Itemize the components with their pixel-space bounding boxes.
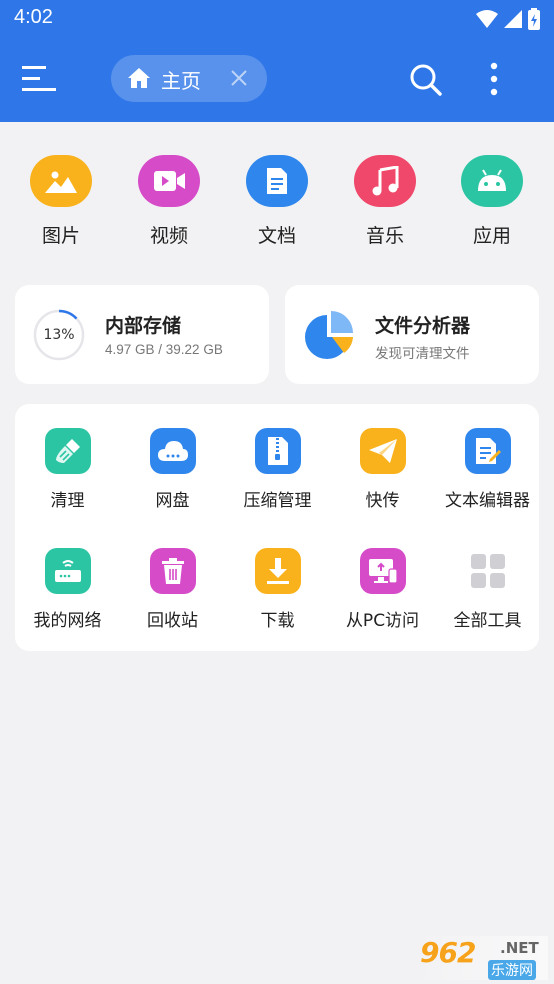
image-icon — [30, 155, 92, 207]
status-icons — [476, 8, 540, 30]
close-icon[interactable] — [229, 68, 249, 88]
category-documents[interactable]: 文档 — [232, 155, 322, 248]
router-icon — [44, 548, 91, 594]
tool-cloud[interactable]: 网盘 — [120, 428, 225, 511]
signal-icon — [504, 10, 522, 28]
tool-quick-transfer[interactable]: 快传 — [330, 428, 435, 511]
tool-label: 快传 — [365, 491, 400, 511]
pie-chart-icon — [305, 311, 353, 359]
tool-compression[interactable]: 压缩管理 — [225, 428, 330, 511]
tool-label: 从PC访问 — [345, 611, 420, 631]
storage-detail: 4.97 GB / 39.22 GB — [105, 342, 223, 357]
category-videos[interactable]: 视频 — [124, 155, 214, 248]
document-icon — [246, 155, 308, 207]
more-vertical-icon — [490, 62, 498, 96]
tool-pc-access[interactable]: 从PC访问 — [330, 548, 435, 631]
tool-recycle-bin[interactable]: 回收站 — [120, 548, 225, 631]
cloud-icon — [149, 428, 196, 474]
storage-title: 内部存储 — [105, 315, 182, 337]
watermark-net: .NET — [500, 939, 539, 957]
category-music[interactable]: 音乐 — [340, 155, 430, 248]
file-analyzer-card[interactable]: 文件分析器 发现可清理文件 — [285, 285, 539, 384]
tools-grid: 清理 网盘 压缩管理 快传 文本编辑器 我的网络 回收站 下载 从PC访问 全部… — [15, 404, 539, 651]
app-bar: 主页 — [0, 38, 554, 122]
android-icon — [461, 155, 523, 207]
category-row: 图片 视频 文档 音乐 应用 — [0, 155, 554, 255]
storage-percent: 13% — [43, 327, 75, 343]
analyzer-subtitle: 发现可清理文件 — [375, 346, 470, 361]
zip-icon — [254, 428, 301, 474]
watermark-number: 962 — [420, 936, 476, 969]
menu-button[interactable] — [22, 64, 62, 96]
home-icon — [128, 68, 150, 88]
category-label: 音乐 — [365, 225, 404, 247]
watermark-logo: 962 .NET 乐游网 — [414, 936, 548, 980]
tool-label: 清理 — [50, 491, 85, 511]
tool-label: 网盘 — [155, 491, 190, 511]
category-apps[interactable]: 应用 — [447, 155, 537, 248]
search-icon — [410, 64, 442, 96]
text-edit-icon — [464, 428, 511, 474]
tool-label: 全部工具 — [453, 611, 522, 631]
tool-all-tools[interactable]: 全部工具 — [435, 548, 540, 631]
music-icon — [354, 155, 416, 207]
internal-storage-card[interactable]: 13% 内部存储 4.97 GB / 39.22 GB — [15, 285, 269, 384]
tool-text-editor[interactable]: 文本编辑器 — [435, 428, 540, 511]
broom-icon — [44, 428, 91, 474]
tool-label: 压缩管理 — [243, 491, 312, 511]
battery-icon — [528, 8, 540, 30]
category-label: 图片 — [41, 225, 80, 247]
tool-download[interactable]: 下载 — [225, 548, 330, 631]
status-bar: 4:02 — [0, 0, 554, 38]
pc-access-icon — [359, 548, 406, 594]
paper-plane-icon — [359, 428, 406, 474]
video-icon — [138, 155, 200, 207]
hamburger-menu-icon — [22, 66, 56, 91]
category-label: 视频 — [149, 225, 188, 247]
wifi-icon — [476, 10, 498, 28]
category-label: 应用 — [472, 225, 511, 247]
tool-my-network[interactable]: 我的网络 — [15, 548, 120, 631]
analyzer-title: 文件分析器 — [375, 315, 471, 337]
category-images[interactable]: 图片 — [16, 155, 106, 248]
tool-label: 下载 — [260, 611, 295, 631]
tool-label: 文本编辑器 — [445, 491, 530, 511]
tab-label: 主页 — [161, 69, 201, 93]
search-button[interactable] — [408, 62, 444, 98]
tab-home[interactable]: 主页 — [111, 55, 267, 102]
tool-label: 我的网络 — [33, 611, 102, 631]
download-icon — [254, 548, 301, 594]
all-tools-grid-icon — [465, 548, 511, 594]
tool-label: 回收站 — [147, 611, 198, 631]
status-time: 4:02 — [14, 6, 53, 28]
category-label: 文档 — [257, 225, 296, 247]
trash-icon — [149, 548, 196, 594]
watermark-text: 乐游网 — [488, 960, 536, 980]
tool-clean[interactable]: 清理 — [15, 428, 120, 511]
more-options-button[interactable] — [480, 60, 508, 100]
